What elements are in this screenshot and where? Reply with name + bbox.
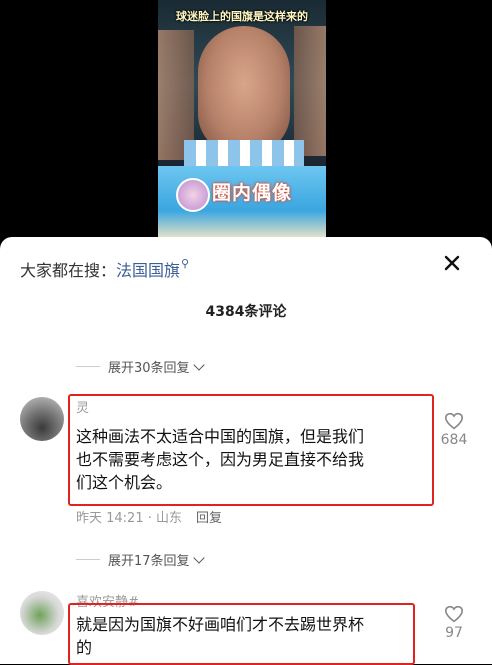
avatar[interactable] xyxy=(20,591,64,635)
banner-text: 圈内偶像 xyxy=(212,182,293,204)
search-suggestion: 大家都在搜：法国国旗⚲ xyxy=(20,257,189,281)
like-button[interactable]: 97 xyxy=(438,605,470,641)
comment-text: 就是因为国旗不好画咱们才不去踢世界杯 的 xyxy=(76,613,364,659)
search-keyword-link[interactable]: 法国国旗 xyxy=(116,261,180,280)
video-face xyxy=(198,26,290,154)
comment-line: 的 xyxy=(76,638,93,657)
avatar[interactable] xyxy=(20,397,64,441)
reply-button[interactable]: 回复 xyxy=(196,511,222,526)
like-button[interactable]: 684 xyxy=(438,412,470,448)
expand-replies-label: 展开30条回复 xyxy=(108,361,190,376)
comment-sheet: 大家都在搜：法国国旗⚲ 4384条评论 展开30条回复 灵 这种画法不太适合中国… xyxy=(0,237,492,665)
comment-text: 这种画法不太适合中国的国旗，但是我们 也不需要考虑这个，因为男足直接不给我 们这… xyxy=(76,425,364,494)
comment-meta: 昨天 14:21 · 山东 回复 xyxy=(76,507,222,526)
search-prefix: 大家都在搜： xyxy=(20,261,117,280)
heart-icon xyxy=(444,412,464,430)
video-face-right xyxy=(294,26,326,156)
divider xyxy=(76,366,100,367)
comment-count: 4384条评论 xyxy=(205,304,287,320)
expand-replies-label: 展开17条回复 xyxy=(108,554,190,569)
like-count: 684 xyxy=(440,432,468,448)
comment-line: 也不需要考虑这个，因为男足直接不给我 xyxy=(76,450,365,469)
heart-icon xyxy=(444,605,464,623)
video-title: 球迷脸上的国旗是这样来的 xyxy=(176,10,308,23)
expand-replies-mid[interactable]: 展开17条回复 xyxy=(76,550,205,569)
search-icon[interactable]: ⚲ xyxy=(181,257,189,270)
comment-line: 这种画法不太适合中国的国旗，但是我们 xyxy=(76,427,365,446)
comment-time-location: 昨天 14:21 · 山东 xyxy=(76,511,182,526)
video-frame[interactable]: 球迷脸上的国旗是这样来的 圈内偶像 xyxy=(158,0,326,240)
close-button[interactable] xyxy=(438,249,466,277)
comment-line: 们这个机会。 xyxy=(76,473,173,492)
like-count: 97 xyxy=(445,625,463,641)
expand-replies-top[interactable]: 展开30条回复 xyxy=(76,357,205,376)
chevron-down-icon xyxy=(192,551,205,564)
chevron-down-icon xyxy=(192,358,205,371)
video-player[interactable]: 球迷脸上的国旗是这样来的 圈内偶像 xyxy=(0,0,492,240)
divider xyxy=(76,559,100,560)
comment-line: 就是因为国旗不好画咱们才不去踢世界杯 xyxy=(76,615,365,634)
banner-avatar xyxy=(176,178,210,212)
close-icon xyxy=(444,255,460,271)
